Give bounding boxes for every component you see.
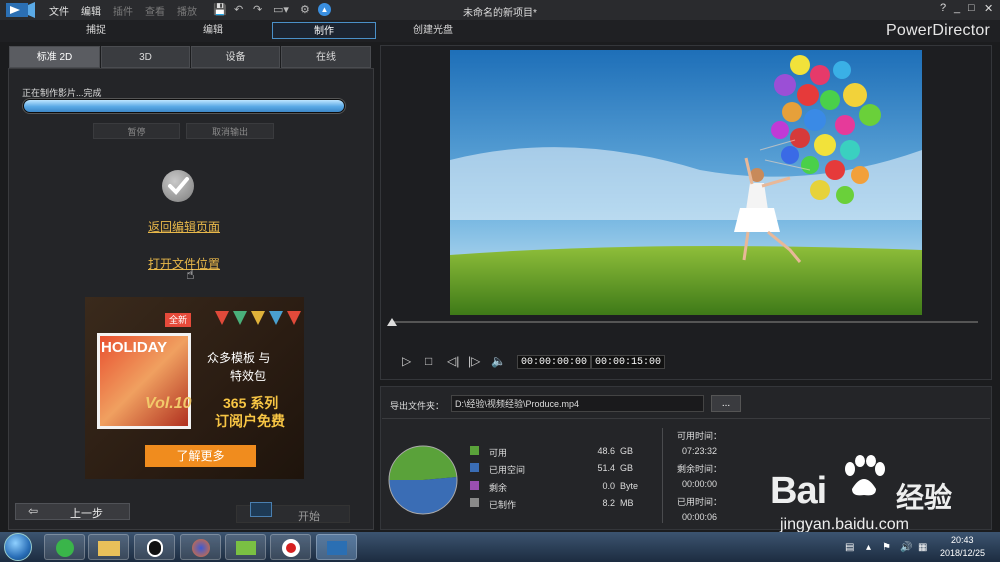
legend-unit-used: GB <box>620 463 634 473</box>
promo-banner[interactable]: 全新 HOLIDAY Vol.10 众多模板 与 特效包 365 系列 订阅户免… <box>85 297 304 479</box>
tab-create-disc[interactable]: 创建光盘 <box>383 22 483 39</box>
tab-online[interactable]: 在线 <box>281 46 371 68</box>
progress-fill <box>24 100 344 112</box>
taskbar-firefox-icon[interactable] <box>180 534 221 560</box>
show-hidden-tray-icon[interactable]: ▴ <box>866 542 871 553</box>
taskbar-qq-icon[interactable] <box>134 534 175 560</box>
start-label: 开始 <box>298 511 320 523</box>
previous-step-label: 上一步 <box>70 508 103 520</box>
pause-button[interactable]: 暂停 <box>93 123 180 139</box>
learn-more-button[interactable]: 了解更多 <box>145 445 256 467</box>
disk-usage-pie-chart <box>388 445 458 515</box>
preview-video-frame <box>450 50 922 315</box>
remaining-time-value: 00:00:00 <box>682 479 718 489</box>
pie-slice-0 <box>389 446 457 480</box>
tab-3d[interactable]: 3D <box>101 46 190 68</box>
close-button[interactable]: ✕ <box>984 2 993 15</box>
tab-edit[interactable]: 编辑 <box>163 22 263 39</box>
minimize-button[interactable]: _ <box>954 2 960 14</box>
volume-label: Vol.10 <box>145 395 192 412</box>
taskbar-powerdirector-icon[interactable] <box>316 534 357 560</box>
bunting-flag-icon <box>233 311 247 325</box>
taskbar-record-icon[interactable] <box>270 534 311 560</box>
legend-value-produced: 8.2 <box>602 498 615 508</box>
legend-label-produced: 已制作 <box>489 500 517 510</box>
legend-label-remaining: 剩余 <box>489 483 508 493</box>
taskbar-app-360-icon[interactable] <box>44 534 85 560</box>
security-tray-icon[interactable]: ⚑ <box>882 542 891 553</box>
bunting-flag-icon <box>287 311 301 325</box>
legend-unit-produced: MB <box>620 498 634 508</box>
remaining-time-label: 剩余时间： <box>677 464 723 474</box>
legend-swatch-remaining <box>470 481 479 490</box>
tab-produce[interactable]: 制作 <box>272 22 376 39</box>
arrow-left-icon: ⇦ <box>28 504 39 518</box>
current-timecode: 00:00:00:00 <box>517 355 592 369</box>
legend-swatch-produced <box>470 498 479 507</box>
check-icon <box>162 170 194 202</box>
legend-swatch-available <box>470 446 479 455</box>
help-button[interactable]: ? <box>940 2 946 14</box>
legend-unit-remaining: Byte <box>620 481 639 491</box>
new-badge: 全新 <box>165 313 191 327</box>
promo-text-1: 众多模板 与 <box>207 351 271 365</box>
promo-text-3: 365 系列 <box>223 395 279 411</box>
mode-bar <box>0 20 1000 42</box>
cancel-output-button[interactable]: 取消输出 <box>186 123 274 139</box>
hand-cursor-icon: ☝ <box>186 266 195 282</box>
legend-value-available: 48.6 <box>597 446 615 456</box>
jingyan-watermark-text: 经验 <box>896 482 953 513</box>
promo-text-2: 特效包 <box>230 369 267 383</box>
restore-button[interactable]: □ <box>968 2 975 14</box>
promo-text-4: 订阅户免费 <box>215 413 285 429</box>
legend-value-used: 51.4 <box>597 463 615 473</box>
taskbar-media-icon[interactable] <box>225 534 266 560</box>
tab-capture[interactable]: 捕捉 <box>46 22 146 39</box>
divider <box>382 418 990 419</box>
browse-button[interactable]: ... <box>711 395 741 412</box>
legend-value-remaining: 0.0 <box>602 481 615 491</box>
divider <box>662 428 663 523</box>
document-title: 未命名的新项目* <box>463 8 537 19</box>
tab-device[interactable]: 设备 <box>191 46 280 68</box>
stop-icon[interactable]: □ <box>425 354 432 368</box>
tab-standard-2d[interactable]: 标准 2D <box>9 46 100 68</box>
legend-swatch-used <box>470 463 479 472</box>
bunting-flag-icon <box>269 311 283 325</box>
film-icon <box>250 502 272 517</box>
baidu-paw-icon <box>845 455 885 496</box>
play-icon[interactable]: ▷ <box>402 354 411 368</box>
output-path-field[interactable]: D:\经验\视频经验\Produce.mp4 <box>451 395 704 412</box>
brand-logo: PowerDirector <box>886 22 990 39</box>
output-folder-label: 导出文件夹： <box>390 401 445 411</box>
volume-tray-icon[interactable]: 🔊 <box>900 542 912 553</box>
available-time-label: 可用时间： <box>677 431 723 441</box>
open-file-location-link[interactable]: 打开文件位置 <box>148 255 220 272</box>
holiday-title: HOLIDAY <box>101 339 168 356</box>
network-tray-icon[interactable]: ▦ <box>918 542 927 553</box>
baidu-watermark-text: Bai <box>770 470 827 512</box>
next-frame-icon[interactable]: |▷ <box>468 354 480 368</box>
bunting-flag-icon <box>215 311 229 325</box>
legend-unit-available: GB <box>620 446 634 456</box>
timeline-track[interactable] <box>390 321 978 323</box>
playhead-marker[interactable] <box>387 318 397 326</box>
elapsed-time-value: 00:00:06 <box>682 512 718 522</box>
clock-date[interactable]: 2018/12/25 <box>940 548 985 558</box>
prev-frame-icon[interactable]: ◁| <box>447 354 459 368</box>
keyboard-tray-icon[interactable]: ▤ <box>845 542 854 553</box>
available-time-value: 07:23:32 <box>682 446 718 456</box>
clock-time[interactable]: 20:43 <box>951 535 974 545</box>
pie-slice-1 <box>389 477 457 515</box>
windows-start-icon[interactable] <box>4 533 32 561</box>
volume-icon[interactable]: 🔈 <box>491 354 506 368</box>
back-to-edit-link[interactable]: 返回编辑页面 <box>148 218 220 235</box>
legend-label-used: 已用空间 <box>489 465 526 475</box>
legend-label-available: 可用 <box>489 448 508 458</box>
taskbar-explorer-icon[interactable] <box>88 534 129 560</box>
elapsed-time-label: 已用时间： <box>677 497 723 507</box>
total-timecode: 00:00:15:00 <box>591 355 666 369</box>
bunting-flag-icon <box>251 311 265 325</box>
